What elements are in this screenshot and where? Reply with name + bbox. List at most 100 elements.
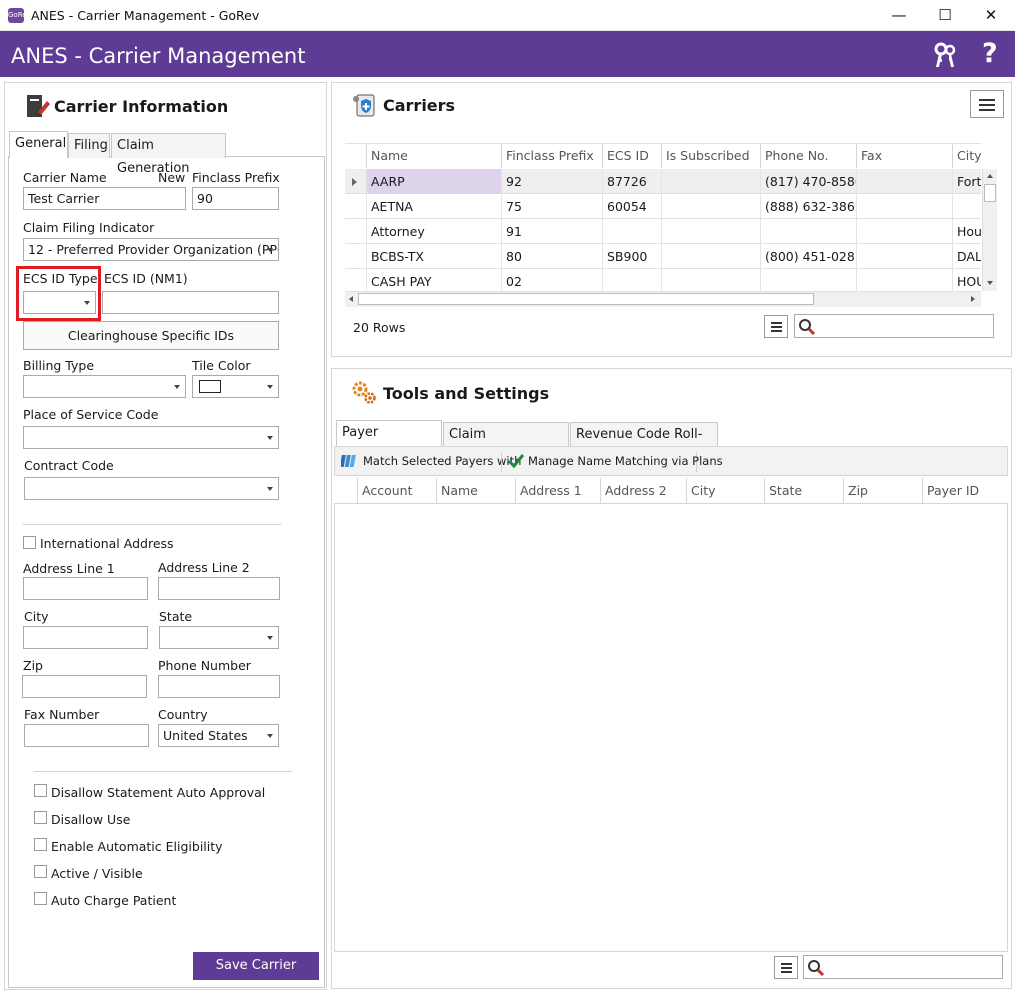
cell-ecs-id[interactable]: 87726 xyxy=(602,169,661,194)
column-header-city[interactable]: City xyxy=(952,144,981,168)
column-header-finclass-prefix[interactable]: Finclass Prefix xyxy=(501,144,602,168)
carriers-grid-menu-button[interactable] xyxy=(764,315,788,338)
enable-automatic-eligibility-checkbox[interactable] xyxy=(34,838,47,851)
manage-name-matching-button[interactable]: Manage Name Matching via Plans xyxy=(501,452,723,472)
column-header-is-subscribed[interactable]: Is Subscribed xyxy=(661,144,760,168)
column-header-zip[interactable]: Zip xyxy=(843,478,922,503)
city-input[interactable] xyxy=(23,626,148,649)
column-header-account[interactable]: Account xyxy=(357,478,437,503)
table-row[interactable]: Attorney 91 Hou xyxy=(345,219,981,244)
keys-icon[interactable] xyxy=(930,40,960,70)
cell-city[interactable]: Hou xyxy=(952,219,981,244)
disallow-use-checkbox[interactable] xyxy=(34,811,47,824)
finclass-prefix-input[interactable]: 90 xyxy=(192,187,279,210)
disallow-statement-auto-approval-checkbox[interactable] xyxy=(34,784,47,797)
carriers-menu-button[interactable] xyxy=(970,90,1004,118)
vertical-scroll-thumb[interactable] xyxy=(984,184,996,202)
fax-number-input[interactable] xyxy=(24,724,149,747)
tab-payer-matching[interactable]: Payer Matching xyxy=(336,420,442,463)
cell-phone[interactable] xyxy=(760,219,856,244)
cell-city[interactable]: Fort xyxy=(952,169,981,194)
claim-filing-indicator-select[interactable]: 12 - Preferred Provider Organization (PP… xyxy=(23,238,279,261)
cell-phone[interactable]: (888) 632-3862 xyxy=(760,194,856,219)
tab-filing[interactable]: Filing xyxy=(68,133,110,158)
cell-is-subscribed[interactable] xyxy=(661,244,760,269)
tile-color-select[interactable] xyxy=(192,375,279,398)
phone-number-input[interactable] xyxy=(158,675,280,698)
help-icon[interactable]: ? xyxy=(982,38,998,69)
state-select[interactable] xyxy=(159,626,279,649)
cell-finclass-prefix[interactable]: 80 xyxy=(501,244,602,269)
tab-general[interactable]: General xyxy=(9,131,68,158)
horizontal-scroll-thumb[interactable] xyxy=(358,293,814,305)
country-select[interactable]: United States xyxy=(158,724,279,747)
cell-fax[interactable] xyxy=(856,244,952,269)
billing-type-select[interactable] xyxy=(23,375,186,398)
scroll-left-icon[interactable] xyxy=(349,296,353,302)
cell-ecs-id[interactable] xyxy=(602,269,661,294)
carriers-horizontal-scrollbar[interactable] xyxy=(345,292,981,307)
scroll-down-icon[interactable] xyxy=(987,281,993,285)
carriers-search-input[interactable] xyxy=(794,314,994,338)
tab-revenue-code-roll-up[interactable]: Revenue Code Roll-Up xyxy=(570,422,718,465)
contract-code-select[interactable] xyxy=(24,477,279,500)
cell-is-subscribed[interactable] xyxy=(661,219,760,244)
international-address-checkbox[interactable] xyxy=(23,536,36,549)
clearinghouse-specific-ids-button[interactable]: Clearinghouse Specific IDs xyxy=(23,321,279,350)
address-line-1-input[interactable] xyxy=(23,577,148,600)
cell-fax[interactable] xyxy=(856,194,952,219)
cell-name[interactable]: AETNA xyxy=(366,194,501,219)
cell-ecs-id[interactable]: 60054 xyxy=(602,194,661,219)
minimize-button[interactable]: — xyxy=(876,0,922,31)
cell-name[interactable]: CASH PAY xyxy=(366,269,501,294)
payer-grid-menu-button[interactable] xyxy=(774,956,798,979)
column-header-address-1[interactable]: Address 1 xyxy=(515,478,600,503)
carriers-vertical-scrollbar[interactable] xyxy=(982,169,997,291)
scroll-up-icon[interactable] xyxy=(987,174,993,178)
cell-is-subscribed[interactable] xyxy=(661,169,760,194)
table-row[interactable]: BCBS-TX 80 SB900 (800) 451-0287 DAL xyxy=(345,244,981,269)
close-button[interactable]: ✕ xyxy=(968,0,1014,31)
cell-name[interactable]: BCBS-TX xyxy=(366,244,501,269)
cell-name[interactable]: AARP xyxy=(366,169,501,194)
cell-phone[interactable]: (817) 470-8580 xyxy=(760,169,856,194)
cell-is-subscribed[interactable] xyxy=(661,194,760,219)
column-header-ecs-id[interactable]: ECS ID xyxy=(602,144,661,168)
ecs-id-input[interactable] xyxy=(102,291,279,314)
cell-phone[interactable] xyxy=(760,269,856,294)
active-visible-checkbox[interactable] xyxy=(34,865,47,878)
maximize-button[interactable]: ☐ xyxy=(922,0,968,31)
table-row[interactable]: AARP 92 87726 (817) 470-8580 Fort xyxy=(345,169,981,194)
cell-city[interactable]: DAL xyxy=(952,244,981,269)
cell-fax[interactable] xyxy=(856,219,952,244)
column-header-phone-no[interactable]: Phone No. xyxy=(760,144,856,168)
carrier-name-input[interactable]: Test Carrier xyxy=(23,187,186,210)
save-carrier-button[interactable]: Save Carrier xyxy=(193,952,319,980)
table-row[interactable]: CASH PAY 02 HOU xyxy=(345,269,981,294)
auto-charge-patient-checkbox[interactable] xyxy=(34,892,47,905)
scroll-right-icon[interactable] xyxy=(971,296,975,302)
column-header-fax[interactable]: Fax xyxy=(856,144,952,168)
cell-finclass-prefix[interactable]: 75 xyxy=(501,194,602,219)
cell-ecs-id[interactable]: SB900 xyxy=(602,244,661,269)
cell-city[interactable] xyxy=(952,194,981,219)
cell-fax[interactable] xyxy=(856,169,952,194)
column-header-address-2[interactable]: Address 2 xyxy=(600,478,686,503)
column-header-state[interactable]: State xyxy=(764,478,843,503)
cell-is-subscribed[interactable] xyxy=(661,269,760,294)
cell-fax[interactable] xyxy=(856,269,952,294)
ecs-id-type-select[interactable] xyxy=(23,291,96,314)
place-of-service-select[interactable] xyxy=(23,426,279,449)
cell-finclass-prefix[interactable]: 91 xyxy=(501,219,602,244)
tab-claim-attachments[interactable]: Claim Attachments xyxy=(443,422,569,465)
payer-search-input[interactable] xyxy=(803,955,1003,979)
table-row[interactable]: AETNA 75 60054 (888) 632-3862 xyxy=(345,194,981,219)
cell-phone[interactable]: (800) 451-0287 xyxy=(760,244,856,269)
cell-name[interactable]: Attorney xyxy=(366,219,501,244)
column-header-name[interactable]: Name xyxy=(366,144,501,168)
column-header-city[interactable]: City xyxy=(686,478,764,503)
tab-claim-generation[interactable]: Claim Generation xyxy=(111,133,226,176)
cell-ecs-id[interactable] xyxy=(602,219,661,244)
address-line-2-input[interactable] xyxy=(158,577,280,600)
column-header-name[interactable]: Name xyxy=(436,478,516,503)
